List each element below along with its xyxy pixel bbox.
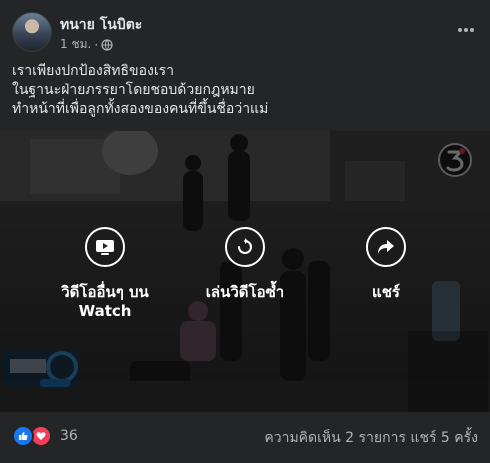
post-footer: 36 ความคิดเห็น 2 รายการ แชร์ 5 ครั้ง	[12, 420, 478, 448]
caption-line: ทำหน้าที่เพื่อลูกทั้งสองของคนที่ขึ้นชื่อ…	[12, 101, 269, 117]
author-name[interactable]: ทนาย โนบิตะ	[60, 14, 142, 36]
like-reaction-icon	[12, 425, 34, 447]
post-time[interactable]: 1 ชม.	[60, 35, 91, 54]
post-card: ทนาย โนบิตะ 1 ชม. · เราเพียงปกป้องสิทธิข…	[0, 0, 490, 463]
caption-line: เราเพียงปกป้องสิทธิของเรา	[12, 63, 175, 79]
video-end-actions: วิดีโออื่นๆ บน Watch เล่นวิดีโอซ้ำ แชร์	[0, 227, 490, 347]
post-meta: 1 ชม. ·	[60, 35, 113, 54]
more-videos-label-line1: วิดีโออื่นๆ บน	[61, 283, 149, 301]
share-video-button[interactable]: แชร์	[316, 227, 456, 302]
more-dots-icon[interactable]	[454, 18, 478, 42]
post-caption: เราเพียงปกป้องสิทธิของเรา ในฐานะฝ่ายภรรย…	[12, 62, 478, 119]
engagement-stats: ความคิดเห็น 2 รายการ แชร์ 5 ครั้ง	[264, 427, 478, 449]
meta-separator: ·	[94, 37, 99, 52]
post-header: ทนาย โนบิตะ 1 ชม. ·	[12, 12, 478, 56]
replay-label: เล่นวิดีโอซ้ำ	[205, 283, 285, 301]
author-avatar[interactable]	[12, 12, 52, 52]
replay-icon	[225, 227, 265, 267]
shares-count-link[interactable]: แชร์ 5 ครั้ง	[410, 430, 478, 446]
reactions-summary[interactable]: 36	[12, 425, 78, 447]
caption-line: ในฐานะฝ่ายภรรยาโดยชอบด้วยกฎหมาย	[12, 82, 255, 98]
comments-count-link[interactable]: ความคิดเห็น 2 รายการ	[264, 430, 406, 446]
more-videos-on-watch-button[interactable]: วิดีโออื่นๆ บน Watch	[35, 227, 175, 321]
share-arrow-icon	[366, 227, 406, 267]
video-player[interactable]: วิดีโออื่นๆ บน Watch เล่นวิดีโอซ้ำ แชร์	[0, 131, 490, 412]
replay-video-button[interactable]: เล่นวิดีโอซ้ำ	[175, 227, 315, 302]
more-videos-label-line2: Watch	[78, 302, 132, 320]
more-videos-label: วิดีโออื่นๆ บน Watch	[35, 283, 175, 321]
watch-video-icon	[85, 227, 125, 267]
reaction-count: 36	[60, 428, 78, 444]
globe-icon	[101, 38, 113, 51]
share-label: แชร์	[372, 283, 400, 301]
